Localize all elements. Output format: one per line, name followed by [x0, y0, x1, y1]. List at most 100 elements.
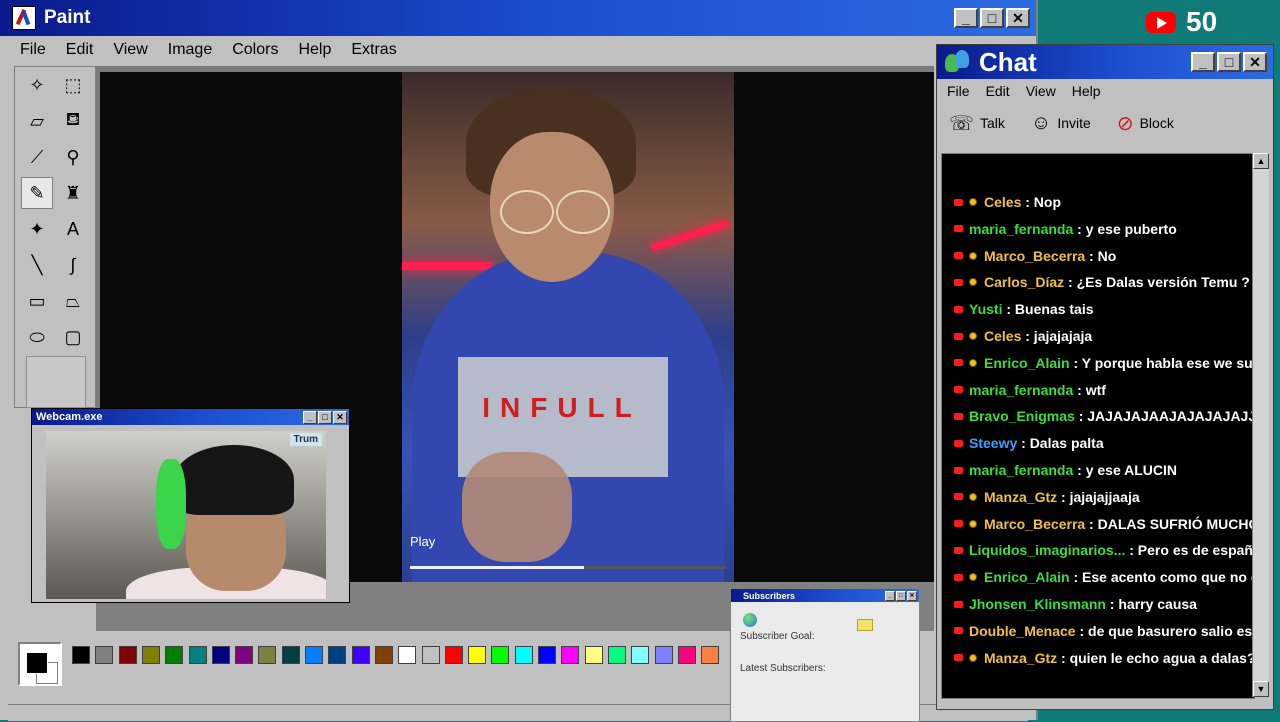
chat-menu-file[interactable]: File — [941, 83, 976, 99]
chat-username[interactable]: maria_fernanda — [969, 462, 1073, 478]
curve-icon[interactable]: ∫ — [57, 249, 89, 281]
chat-username[interactable]: Celes — [984, 328, 1021, 344]
menu-file[interactable]: File — [14, 41, 52, 59]
video-player[interactable]: INFULL Play — [402, 72, 734, 582]
magnifier-icon[interactable]: ⚲ — [57, 141, 89, 173]
chat-titlebar[interactable]: Chat _ □ ✕ — [937, 45, 1273, 79]
picker-icon[interactable]: ⟋ — [21, 141, 53, 173]
chat-username[interactable]: Marco_Becerra — [984, 248, 1085, 264]
color-swatch[interactable] — [188, 646, 207, 664]
color-swatch[interactable] — [631, 646, 650, 664]
color-swatch[interactable] — [607, 646, 626, 664]
color-swatch[interactable] — [72, 646, 90, 664]
chat-username[interactable]: Double_Menace — [969, 623, 1076, 639]
color-swatch[interactable] — [514, 646, 533, 664]
color-swatch[interactable] — [421, 646, 440, 664]
minimize-button[interactable]: _ — [303, 410, 317, 424]
chat-username[interactable]: Jhonsen_Klinsmann — [969, 596, 1106, 612]
color-swatch[interactable] — [305, 646, 323, 664]
text-icon[interactable]: A — [57, 213, 89, 245]
free-select-icon[interactable]: ✧ — [21, 69, 53, 101]
chat-message-list[interactable]: Celes : Nop maria_fernanda : y ese pubert… — [941, 153, 1255, 699]
chat-username[interactable]: Enrico_Alain — [984, 355, 1070, 371]
color-swatch[interactable] — [468, 646, 487, 664]
chat-username[interactable]: Liquidos_imaginarios... — [969, 542, 1125, 558]
chat-username[interactable]: Steewy — [969, 435, 1017, 451]
ellipse-icon[interactable]: ⬭ — [21, 321, 53, 353]
minimize-button[interactable]: _ — [954, 8, 978, 28]
chat-scrollbar[interactable]: ▲ ▼ — [1252, 153, 1269, 697]
polygon-icon[interactable]: ⏢ — [57, 285, 89, 317]
airbrush-icon[interactable]: ✦ — [21, 213, 53, 245]
color-swatch[interactable] — [584, 646, 603, 664]
color-swatch[interactable] — [141, 646, 160, 664]
chat-username[interactable]: Marco_Becerra — [984, 516, 1085, 532]
current-colors[interactable] — [18, 642, 62, 686]
color-swatch[interactable] — [444, 646, 463, 664]
close-button[interactable]: ✕ — [333, 410, 347, 424]
color-swatch[interactable] — [281, 646, 300, 664]
color-swatch[interactable] — [258, 646, 277, 664]
chat-username[interactable]: Manza_Gtz — [984, 489, 1057, 505]
minimize-button[interactable]: _ — [885, 590, 895, 601]
color-swatch[interactable] — [374, 646, 393, 664]
rectangle-icon[interactable]: ▭ — [21, 285, 53, 317]
close-button[interactable]: ✕ — [1243, 52, 1267, 72]
chat-username[interactable]: maria_fernanda — [969, 221, 1073, 237]
scroll-down-button[interactable]: ▼ — [1253, 681, 1269, 697]
menu-colors[interactable]: Colors — [226, 41, 284, 59]
block-button[interactable]: ⊘ Block — [1117, 111, 1174, 136]
color-swatch[interactable] — [235, 646, 254, 664]
color-swatch[interactable] — [561, 646, 580, 664]
subscribers-titlebar[interactable]: Subscribers _ □ ✕ — [731, 589, 919, 602]
chat-menu-view[interactable]: View — [1020, 83, 1062, 99]
color-swatch[interactable] — [351, 646, 370, 664]
chat-username[interactable]: Enrico_Alain — [984, 569, 1070, 585]
scroll-up-button[interactable]: ▲ — [1253, 153, 1269, 169]
menu-view[interactable]: View — [107, 41, 153, 59]
play-label[interactable]: Play — [410, 534, 435, 549]
close-button[interactable]: ✕ — [1006, 8, 1030, 28]
chat-username[interactable]: Manza_Gtz — [984, 650, 1057, 666]
minimize-button[interactable]: _ — [1191, 52, 1215, 72]
color-swatch[interactable] — [701, 646, 720, 664]
webcam-titlebar[interactable]: Webcam.exe _ □ ✕ — [32, 409, 349, 425]
tool-options-box[interactable] — [26, 356, 86, 408]
color-swatch[interactable] — [491, 646, 510, 664]
chat-menu-edit[interactable]: Edit — [980, 83, 1016, 99]
color-swatch[interactable] — [95, 646, 114, 664]
chat-username[interactable]: Carlos_Díaz — [984, 274, 1064, 290]
chat-username[interactable]: Yusti — [969, 301, 1002, 317]
paint-titlebar[interactable]: Paint _ □ ✕ — [0, 0, 1036, 36]
menu-edit[interactable]: Edit — [60, 41, 100, 59]
color-swatch[interactable] — [654, 646, 673, 664]
maximize-button[interactable]: □ — [318, 410, 332, 424]
color-swatch[interactable] — [398, 646, 417, 664]
color-swatch[interactable] — [118, 646, 137, 664]
color-swatch[interactable] — [677, 646, 696, 664]
line-icon[interactable]: ╲ — [21, 249, 53, 281]
chat-username[interactable]: maria_fernanda — [969, 382, 1073, 398]
eraser-icon[interactable]: ▱ — [21, 105, 53, 137]
maximize-button[interactable]: □ — [1217, 52, 1241, 72]
chat-menu-help[interactable]: Help — [1066, 83, 1107, 99]
maximize-button[interactable]: □ — [980, 8, 1004, 28]
color-swatch[interactable] — [328, 646, 347, 664]
maximize-button[interactable]: □ — [896, 590, 906, 601]
talk-button[interactable]: ☏ Talk — [949, 111, 1005, 136]
chat-username[interactable]: Celes — [984, 194, 1021, 210]
menu-extras[interactable]: Extras — [345, 41, 402, 59]
rect-select-icon[interactable]: ⬚ — [57, 69, 89, 101]
menu-help[interactable]: Help — [292, 41, 337, 59]
fill-icon[interactable]: ⛾ — [57, 105, 89, 137]
color-swatch[interactable] — [211, 646, 230, 664]
pencil-icon[interactable]: ✎ — [21, 177, 53, 209]
close-button[interactable]: ✕ — [907, 590, 917, 601]
brush-icon[interactable]: ♜ — [57, 177, 89, 209]
menu-image[interactable]: Image — [162, 41, 218, 59]
color-swatch[interactable] — [538, 646, 556, 664]
rounded-rect-icon[interactable]: ▢ — [57, 321, 89, 353]
video-progress-bar[interactable] — [410, 566, 726, 569]
invite-button[interactable]: ☺ Invite — [1031, 112, 1091, 135]
chat-username[interactable]: Bravo_Enigmas — [969, 408, 1075, 424]
